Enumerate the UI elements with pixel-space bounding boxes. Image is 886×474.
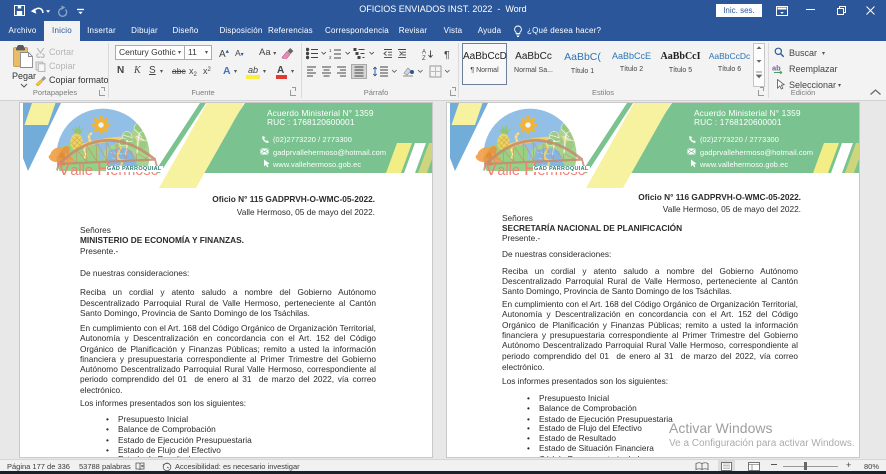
svg-text:1: 1 xyxy=(329,48,332,53)
svg-text:¶: ¶ xyxy=(444,49,450,60)
svg-text:A: A xyxy=(422,50,426,56)
svg-text:Z: Z xyxy=(422,56,426,60)
svg-text:2: 2 xyxy=(329,55,332,60)
